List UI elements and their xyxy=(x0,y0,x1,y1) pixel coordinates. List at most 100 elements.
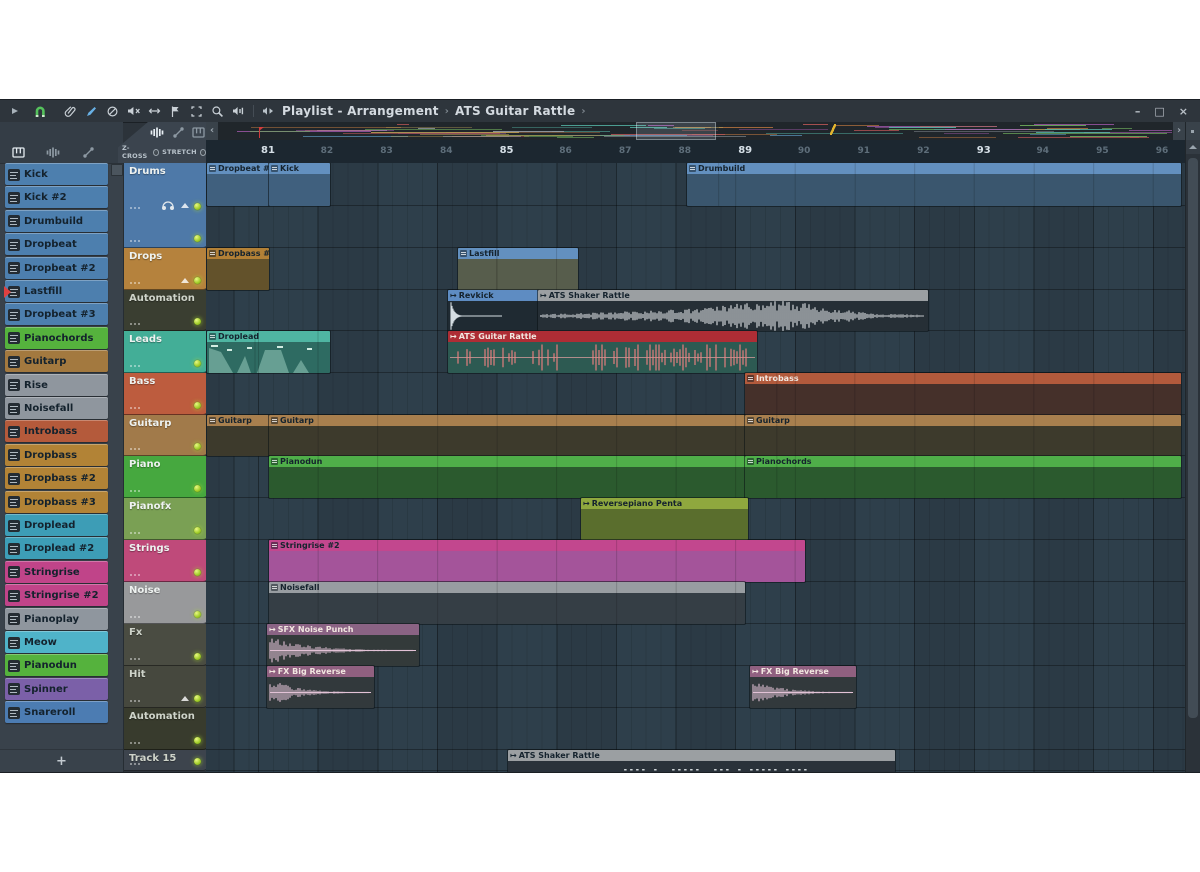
track-options-dots[interactable] xyxy=(130,207,132,209)
timeline-ruler[interactable]: 81828384858687888990919293949596 xyxy=(206,140,1185,164)
track-enable-led[interactable] xyxy=(194,569,201,576)
pattern-item-rise[interactable]: Rise xyxy=(5,374,108,396)
track-options-dots[interactable] xyxy=(130,658,132,660)
snap-magnet-icon[interactable] xyxy=(33,105,46,118)
minimap-viewport[interactable] xyxy=(636,122,716,140)
paint-tool-icon[interactable] xyxy=(85,105,98,118)
waveform-icon[interactable] xyxy=(46,146,60,159)
clip-dropbass-2[interactable]: Dropbass #2 xyxy=(207,248,269,290)
delete-tool-icon[interactable] xyxy=(106,105,119,118)
pattern-item-kick-2[interactable]: Kick #2 xyxy=(5,186,108,208)
clip-guitarp[interactable]: Guitarp xyxy=(207,415,269,456)
track-options-dots[interactable] xyxy=(130,700,132,702)
pattern-item-dropbeat-2[interactable]: Dropbeat #2 xyxy=(5,257,108,279)
track-options-dots[interactable] xyxy=(130,407,132,409)
clip-pianochords[interactable]: Pianochords xyxy=(745,456,1181,498)
track-enable-led[interactable] xyxy=(194,527,201,534)
pattern-item-drumbuild[interactable]: Drumbuild xyxy=(5,210,108,232)
track-group-icon[interactable] xyxy=(161,196,175,215)
track-options-dots[interactable] xyxy=(130,240,132,242)
track-options-dots[interactable] xyxy=(130,532,132,534)
track-header-bass[interactable]: Bass xyxy=(124,373,207,415)
minimize-button[interactable]: – xyxy=(1135,106,1141,117)
clip-fx-big-reverse[interactable]: ↦FX Big Reverse xyxy=(750,666,856,708)
scroll-left-button[interactable]: ‹ xyxy=(206,122,219,140)
pattern-item-spinner[interactable]: Spinner xyxy=(5,678,108,700)
track-header-drops[interactable]: Drops xyxy=(124,248,207,290)
pattern-item-guitarp[interactable]: Guitarp xyxy=(5,350,108,372)
track-header-automation[interactable]: Automation xyxy=(124,708,207,750)
clip-kick[interactable]: Kick xyxy=(269,163,330,206)
track-enable-led[interactable] xyxy=(194,277,201,284)
pattern-item-stringrise[interactable]: Stringrise xyxy=(5,561,108,583)
zoom-tool-icon[interactable] xyxy=(211,105,224,118)
waveform-icon[interactable] xyxy=(150,126,164,138)
pattern-list-scrollbar[interactable] xyxy=(111,164,123,176)
close-button[interactable]: × xyxy=(1179,106,1188,117)
track-header-strings[interactable]: Strings xyxy=(124,540,207,582)
clip-drumbuild[interactable]: Drumbuild xyxy=(687,163,1181,206)
pattern-item-noisefall[interactable]: Noisefall xyxy=(5,397,108,419)
timeline-minimap[interactable] xyxy=(219,122,1172,140)
track-header-drums[interactable]: Drums xyxy=(124,163,207,248)
track-enable-led[interactable] xyxy=(194,485,201,492)
track-enable-led[interactable] xyxy=(194,611,201,618)
track-options-dots[interactable] xyxy=(130,574,132,576)
preview-speaker-icon[interactable] xyxy=(232,105,245,118)
track-header-hit[interactable]: Hit xyxy=(124,666,207,708)
track-expand-triangle[interactable] xyxy=(181,278,189,283)
clip-stringrise-2[interactable]: Stringrise #2 xyxy=(269,540,805,582)
maximize-button[interactable]: □ xyxy=(1154,106,1164,117)
pattern-item-dropbass-2[interactable]: Dropbass #2 xyxy=(5,467,108,489)
pattern-item-dropbass-3[interactable]: Dropbass #3 xyxy=(5,491,108,513)
track-expand-triangle[interactable] xyxy=(181,696,189,701)
slide-tool-icon[interactable] xyxy=(148,105,161,118)
slip-edit-icon[interactable] xyxy=(64,105,77,118)
track-header-piano[interactable]: Piano xyxy=(124,456,207,498)
clip-noisefall[interactable]: Noisefall xyxy=(269,582,745,624)
clip-fx-big-reverse[interactable]: ↦FX Big Reverse xyxy=(267,666,374,708)
pattern-item-droplead-2[interactable]: Droplead #2 xyxy=(5,537,108,559)
track-enable-led[interactable] xyxy=(194,443,201,450)
track-header-guitarp[interactable]: Guitarp xyxy=(124,415,207,456)
clip-reversepiano-penta[interactable]: ↦Reversepiano Penta xyxy=(581,498,748,540)
slide-icon[interactable] xyxy=(172,126,186,138)
track-enable-led[interactable] xyxy=(194,318,201,325)
track-options-dots[interactable] xyxy=(130,365,132,367)
pattern-item-meow[interactable]: Meow xyxy=(5,631,108,653)
pattern-item-pianodun[interactable]: Pianodun xyxy=(5,654,108,676)
track-options-dots[interactable] xyxy=(130,490,132,492)
track-options-dots[interactable] xyxy=(130,742,132,744)
clip-ats-guitar-rattle[interactable]: ↦ATS Guitar Rattle xyxy=(448,331,757,373)
track-header-fx[interactable]: Fx xyxy=(124,624,207,666)
track-header-leads[interactable]: Leads xyxy=(124,331,207,373)
pattern-item-pianochords[interactable]: Pianochords xyxy=(5,327,108,349)
track-enable-led[interactable] xyxy=(194,653,201,660)
performance-flag-icon[interactable] xyxy=(169,105,182,118)
playlist-grid[interactable]: Dropbeat #2KickDrumbuildDropbass #2Lastf… xyxy=(206,163,1185,772)
piano-icon[interactable] xyxy=(192,126,206,138)
track-header-track-15[interactable]: Track 15 xyxy=(124,750,207,771)
track-enable-led[interactable] xyxy=(194,695,201,702)
scroll-up-button[interactable] xyxy=(1186,140,1200,154)
clip-pianodun[interactable]: Pianodun xyxy=(269,456,745,498)
pattern-item-snareroll[interactable]: Snareroll xyxy=(5,701,108,723)
track-enable-led[interactable] xyxy=(194,203,201,210)
clip-lastfill[interactable]: Lastfill xyxy=(458,248,578,290)
track-options-dots[interactable] xyxy=(130,448,132,450)
piano-icon[interactable] xyxy=(12,146,26,159)
playlist-speaker-icon[interactable] xyxy=(262,105,276,117)
pattern-item-dropbeat-3[interactable]: Dropbeat #3 xyxy=(5,303,108,325)
clip-sfx-noise-punch[interactable]: ↦SFX Noise Punch xyxy=(267,624,419,666)
scroll-right-button[interactable]: › xyxy=(1172,122,1185,140)
scrollbar-corner-button[interactable] xyxy=(1186,122,1200,141)
pattern-item-introbass[interactable]: Introbass xyxy=(5,420,108,442)
clip-ats-shaker-rattle[interactable]: ↦ATS Shaker Rattle xyxy=(508,750,895,772)
track-options-dots[interactable] xyxy=(130,616,132,618)
clip-guitarp[interactable]: Guitarp xyxy=(269,415,745,456)
track-expand-triangle[interactable] xyxy=(181,203,189,208)
track-enable-led[interactable] xyxy=(194,737,201,744)
track-enable-led[interactable] xyxy=(194,235,201,242)
pattern-item-dropbass[interactable]: Dropbass xyxy=(5,444,108,466)
pattern-item-droplead[interactable]: Droplead xyxy=(5,514,108,536)
